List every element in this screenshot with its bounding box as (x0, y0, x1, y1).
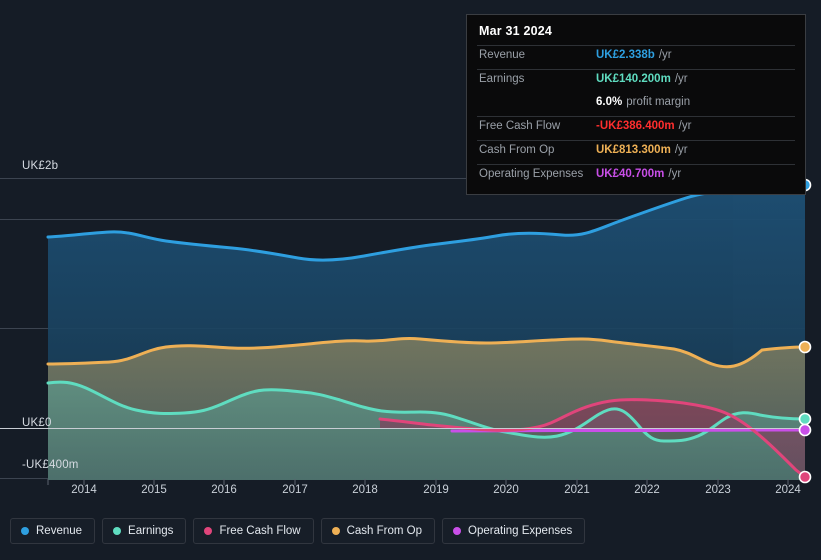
tooltip-unit-profit-margin: profit margin (626, 96, 691, 108)
tooltip-label-earnings: Earnings (479, 73, 525, 85)
legend-dot-revenue-icon (21, 527, 29, 535)
legend-item-operating-expenses[interactable]: Operating Expenses (442, 518, 586, 544)
tooltip-value-cash-from-op: UK£813.300m (596, 144, 671, 156)
tooltip-label-operating-expenses: Operating Expenses (479, 168, 584, 180)
legend-dot-cash-from-op-icon (331, 527, 340, 535)
tooltip-value-free-cash-flow: -UK£386.400m (596, 120, 675, 132)
legend-dot-earnings-icon (113, 527, 122, 535)
legend-label-revenue: Revenue (36, 525, 83, 537)
tooltip-row-earnings: Earnings UK£140.200m /yr (477, 69, 795, 93)
tooltip-unit-earnings: /yr (674, 73, 688, 85)
x-axis-label-2019: 2019 (423, 484, 449, 496)
y-axis-label-zero: UK£0 (22, 417, 52, 429)
x-axis-label-2017: 2017 (282, 484, 308, 496)
tooltip-unit-free-cash-flow: /yr (678, 120, 692, 132)
chart-tooltip: Mar 31 2024 Revenue UK£2.338b /yr Earnin… (466, 14, 806, 195)
legend-dot-operating-expenses-icon (453, 527, 462, 535)
tooltip-label-cash-from-op: Cash From Op (479, 144, 555, 156)
tooltip-label-revenue: Revenue (479, 49, 526, 61)
legend-item-free-cash-flow[interactable]: Free Cash Flow (193, 518, 314, 544)
y-axis-label-top: UK£2b (22, 160, 59, 172)
tooltip-row-revenue: Revenue UK£2.338b /yr (477, 45, 795, 69)
endpoint-operating-expenses (798, 423, 812, 437)
legend-dot-free-cash-flow-icon (204, 527, 213, 535)
tooltip-value-profit-margin: 6.0% (596, 96, 623, 108)
legend-label-cash-from-op: Cash From Op (346, 525, 423, 537)
tooltip-unit-cash-from-op: /yr (674, 144, 688, 156)
tooltip-date: Mar 31 2024 (479, 24, 553, 38)
legend-label-earnings: Earnings (128, 525, 174, 537)
endpoint-cash-from-op (798, 340, 812, 354)
tooltip-value-operating-expenses: UK£40.700m (596, 168, 665, 180)
tooltip-value-revenue: UK£2.338b (596, 49, 655, 61)
x-axis-label-2018: 2018 (352, 484, 378, 496)
x-axis-label-2016: 2016 (211, 484, 237, 496)
chart-legend: Revenue Earnings Free Cash Flow Cash Fro… (10, 518, 586, 544)
x-axis-label-2022: 2022 (634, 484, 660, 496)
tooltip-row-operating-expenses: Operating Expenses UK£40.700m /yr (477, 164, 795, 188)
legend-label-operating-expenses: Operating Expenses (468, 525, 573, 537)
tooltip-row-profit-margin: 6.0% profit margin (477, 93, 795, 116)
legend-item-revenue[interactable]: Revenue (10, 518, 96, 544)
legend-item-cash-from-op[interactable]: Cash From Op (320, 518, 436, 544)
endpoint-earnings (798, 412, 812, 426)
tooltip-unit-revenue: /yr (658, 49, 672, 61)
x-axis-label-2020: 2020 (493, 484, 519, 496)
x-axis-label-2015: 2015 (141, 484, 167, 496)
endpoint-free-cash-flow (798, 470, 812, 484)
legend-item-earnings[interactable]: Earnings (102, 518, 187, 544)
x-axis-label-2014: 2014 (71, 484, 97, 496)
x-axis-label-2023: 2023 (705, 484, 731, 496)
x-axis-label-2021: 2021 (564, 484, 590, 496)
tooltip-label-free-cash-flow: Free Cash Flow (479, 120, 561, 132)
financial-chart: UK£2b UK£0 -UK£400m 2014 2015 2016 2017 … (0, 0, 821, 560)
y-axis-label-bottom: -UK£400m (22, 459, 79, 471)
legend-label-free-cash-flow: Free Cash Flow (219, 525, 301, 537)
tooltip-row-free-cash-flow: Free Cash Flow -UK£386.400m /yr (477, 116, 795, 140)
tooltip-value-earnings: UK£140.200m (596, 73, 671, 85)
tooltip-unit-operating-expenses: /yr (668, 168, 682, 180)
tooltip-row-cash-from-op: Cash From Op UK£813.300m /yr (477, 140, 795, 164)
x-axis-label-2024: 2024 (775, 484, 801, 496)
